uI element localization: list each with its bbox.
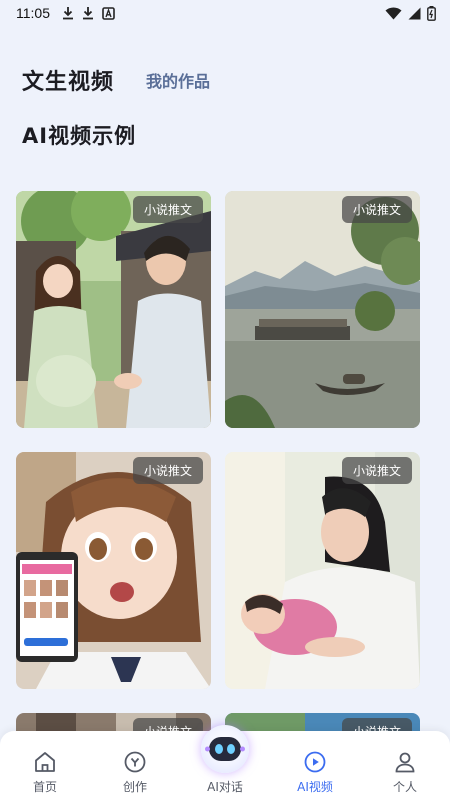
section-title: AI视频示例 [22, 124, 137, 148]
nav-item-home[interactable]: 首页 [0, 731, 90, 800]
status-bar: 11:05 [0, 0, 450, 26]
nav-label: AI对话 [207, 780, 243, 794]
nav-item-create[interactable]: 创作 [90, 731, 180, 800]
card-tag: 小说推文 [132, 196, 203, 223]
example-card[interactable]: 小说推文 [225, 452, 420, 689]
tab-my-works[interactable]: 我的作品 [146, 68, 210, 92]
nav-label: 个人 [392, 780, 417, 794]
video-play-icon [304, 751, 326, 773]
home-icon [35, 752, 55, 772]
page-title: 文生视频 [22, 70, 115, 95]
nav-label: 创作 [122, 780, 147, 794]
battery-icon [427, 5, 436, 21]
ai-chat-button[interactable] [201, 725, 249, 773]
card-tag: 小说推文 [132, 457, 203, 484]
header: 文生视频 我的作品 [22, 62, 210, 98]
download-icon [83, 7, 93, 20]
person-icon [395, 752, 415, 773]
nav-label: 首页 [32, 780, 57, 794]
nav-item-ai-video[interactable]: AI视频 [270, 731, 360, 800]
card-thumbnail [225, 452, 420, 689]
signal-icon [408, 7, 421, 19]
wifi-icon [385, 7, 402, 19]
card-tag: 小说推文 [341, 457, 412, 484]
download-icon [63, 7, 73, 20]
a-notification-icon [102, 6, 115, 20]
robot-icon [205, 737, 245, 761]
create-icon [124, 751, 146, 773]
card-thumbnail [225, 191, 420, 428]
nav-label: AI视频 [297, 780, 333, 794]
example-card[interactable]: 小说推文 [16, 191, 211, 428]
card-thumbnail [16, 191, 211, 428]
example-card[interactable]: 小说推文 [16, 452, 211, 689]
card-tag: 小说推文 [341, 196, 412, 223]
card-thumbnail [16, 452, 211, 689]
example-card[interactable]: 小说推文 [225, 191, 420, 428]
nav-item-profile[interactable]: 个人 [360, 731, 450, 800]
status-time: 11:05 [16, 5, 50, 21]
